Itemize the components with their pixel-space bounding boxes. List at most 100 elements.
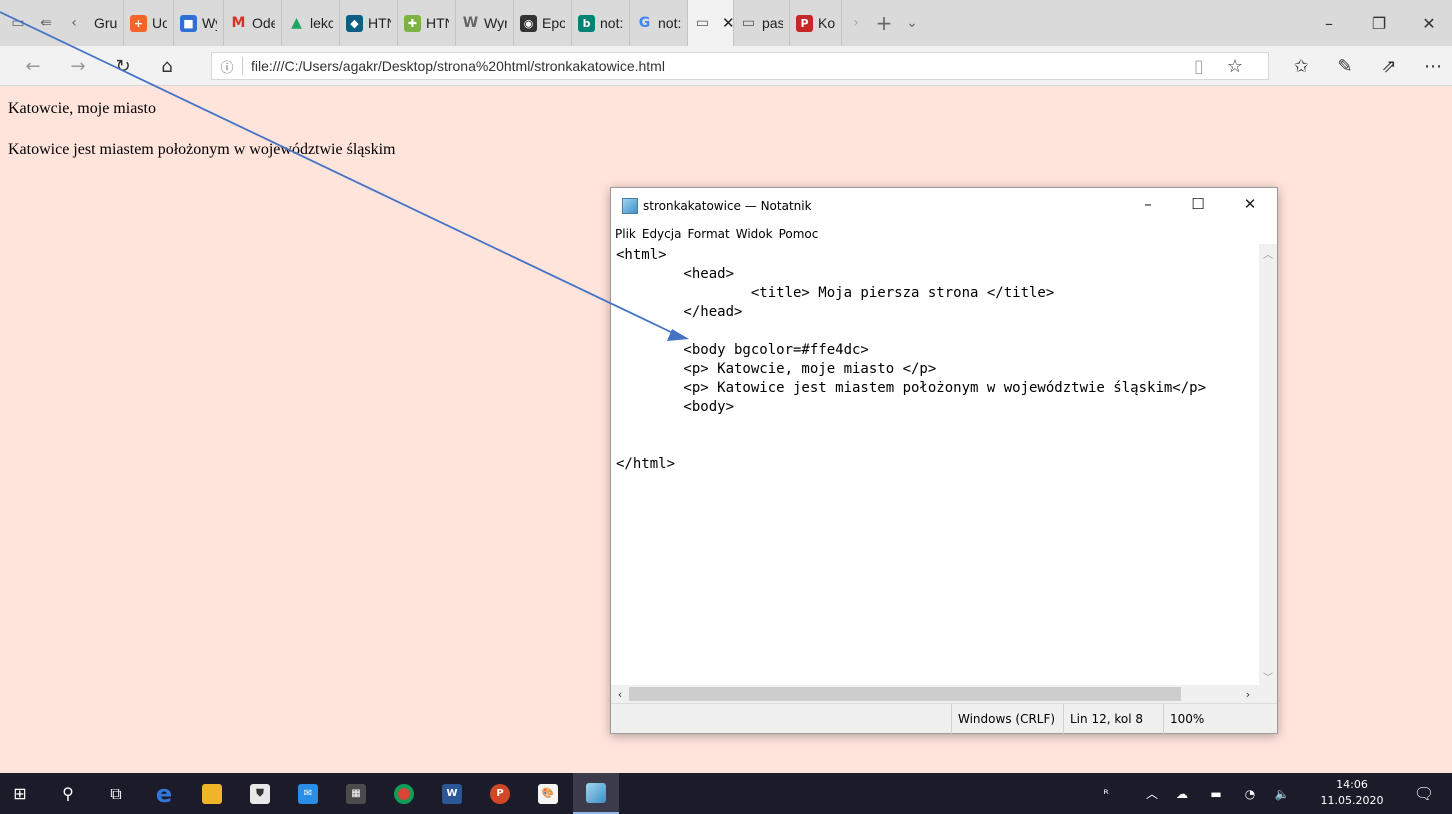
- scroll-tabs-right-icon[interactable]: ›: [842, 0, 870, 46]
- tab-label: not:: [658, 15, 681, 31]
- tab-list-chevron-icon[interactable]: ⌄: [898, 0, 926, 46]
- show-hidden-icons-chevron-icon[interactable]: ︿: [1140, 773, 1164, 814]
- browser-tab[interactable]: ◆ HTN: [340, 0, 398, 46]
- favorite-star-icon[interactable]: ☆: [1218, 46, 1252, 86]
- tab-label: Ode: [252, 15, 275, 31]
- favorites-list-icon[interactable]: ✩: [1284, 46, 1318, 86]
- browser-tab[interactable]: Gru|: [88, 0, 124, 46]
- word-icon[interactable]: W: [432, 773, 472, 814]
- close-window-button[interactable]: ✕: [1406, 0, 1452, 46]
- calculator-icon[interactable]: ▦: [336, 773, 376, 814]
- battery-icon[interactable]: ▬: [1202, 773, 1230, 814]
- reading-view-icon[interactable]: ▯: [1182, 46, 1216, 86]
- browser-tab[interactable]: ▭ ✕: [688, 0, 734, 46]
- google-icon: G: [638, 15, 651, 31]
- paint-icon[interactable]: 🎨: [528, 773, 568, 814]
- mail-icon[interactable]: ✉: [288, 773, 328, 814]
- people-icon[interactable]: ᴿ: [1092, 773, 1120, 814]
- tab-strip: Gru| + Uon ■WyrMOde▲lekc ◆ HTN ✚ HTN WWyr◉Epobno…: [88, 0, 842, 46]
- windows-taskbar: ⊞ ⚲ ⧉ e ⛊ ✉ ▦ W P 🎨 ᴿ ︿ ☁ ▬ ◔ 🔈 14:06 11…: [0, 773, 1452, 814]
- tab-label: lekc: [310, 15, 333, 31]
- tab-label: Uon: [152, 15, 167, 31]
- status-zoom: 100%: [1163, 704, 1277, 734]
- restore-button[interactable]: ❐: [1356, 0, 1402, 46]
- share-icon[interactable]: ⇗: [1372, 46, 1406, 86]
- browser-tab[interactable]: W Wyr: [456, 0, 514, 46]
- notepad-vertical-scrollbar[interactable]: ︿ ﹀: [1259, 244, 1277, 685]
- horizontal-scroll-thumb[interactable]: [629, 687, 1181, 701]
- forward-icon[interactable]: →: [61, 46, 95, 86]
- scroll-tabs-left-icon[interactable]: ‹: [60, 0, 88, 46]
- browser-tab[interactable]: M Ode: [224, 0, 282, 46]
- onedrive-cloud-icon[interactable]: ☁: [1168, 773, 1196, 814]
- more-icon[interactable]: ⋯: [1416, 46, 1450, 86]
- notepad-menu-pomoc[interactable]: Pomoc: [779, 227, 819, 241]
- browser-tab[interactable]: ▭ past: [734, 0, 790, 46]
- browser-tab[interactable]: ■ Wyr: [174, 0, 224, 46]
- status-cursor-position: Lin 12, kol 8: [1063, 704, 1163, 734]
- edge-browser-icon[interactable]: e: [144, 773, 184, 814]
- tab-preview-icon[interactable]: ▭: [4, 0, 32, 46]
- tab-label: not:: [600, 15, 623, 31]
- notepad-menu-plik[interactable]: Plik: [615, 227, 636, 241]
- pdf-icon: P: [796, 14, 813, 32]
- graduation-cap-icon: ◆: [346, 14, 363, 32]
- browser-tab[interactable]: + Uon: [124, 0, 174, 46]
- clock-time: 14:06: [1336, 778, 1368, 791]
- scroll-up-icon[interactable]: ︿: [1259, 244, 1277, 262]
- plus-tile-icon: +: [130, 14, 147, 32]
- notepad-text-area[interactable]: <html> <head> <title> Moja piersza stron…: [611, 244, 1259, 685]
- address-bar-row: ← → ↻ ⌂ ⓘ file:///C:/Users/agakr/Desktop…: [0, 46, 1452, 86]
- info-icon[interactable]: ⓘ: [212, 57, 242, 76]
- notepad-menu-widok[interactable]: Widok: [736, 227, 773, 241]
- browser-tab[interactable]: b not:: [572, 0, 630, 46]
- notepad-close-button[interactable]: ✕: [1227, 188, 1273, 220]
- page-paragraph-1: Katowcie, moje miasto: [8, 100, 156, 117]
- notepad-horizontal-scrollbar[interactable]: ‹ ›: [611, 685, 1259, 703]
- scrollbar-corner: [1259, 685, 1277, 703]
- search-icon[interactable]: ⚲: [48, 773, 88, 814]
- scroll-left-icon[interactable]: ‹: [611, 685, 629, 703]
- home-icon[interactable]: ⌂: [150, 46, 184, 86]
- address-bar[interactable]: ⓘ file:///C:/Users/agakr/Desktop/strona%…: [211, 52, 1269, 80]
- browser-tab[interactable]: Gnot:: [630, 0, 688, 46]
- task-view-icon[interactable]: ⧉: [96, 773, 136, 814]
- scroll-right-icon[interactable]: ›: [1239, 685, 1257, 703]
- chrome-icon[interactable]: [384, 773, 424, 814]
- tab-label: HTN: [426, 15, 449, 31]
- powerpoint-icon[interactable]: P: [480, 773, 520, 814]
- browser-tab[interactable]: ✚ HTN: [398, 0, 456, 46]
- notepad-menu-format[interactable]: Format: [687, 227, 729, 241]
- notepad-minimize-button[interactable]: –: [1125, 188, 1171, 220]
- notepad-title-bar[interactable]: stronkakatowice — Notatnik – ☐ ✕: [611, 188, 1277, 224]
- url-text[interactable]: file:///C:/Users/agakr/Desktop/strona%20…: [251, 58, 665, 74]
- file-explorer-icon[interactable]: [192, 773, 232, 814]
- tab-label: past: [762, 15, 783, 31]
- volume-icon[interactable]: 🔈: [1268, 773, 1296, 814]
- notepad-title: stronkakatowice — Notatnik: [643, 199, 812, 213]
- scroll-down-icon[interactable]: ﹀: [1259, 667, 1277, 685]
- new-tab-button[interactable]: +: [870, 0, 898, 46]
- browser-tab[interactable]: ◉ Epo: [514, 0, 572, 46]
- store-icon[interactable]: ⛊: [240, 773, 280, 814]
- status-encoding: Windows (CRLF): [951, 704, 1063, 734]
- tab-label: HTN: [368, 15, 391, 31]
- set-aside-tabs-icon[interactable]: ⇚: [32, 0, 60, 46]
- browser-tab[interactable]: P Kolc: [790, 0, 842, 46]
- close-tab-icon[interactable]: ✕: [722, 14, 733, 32]
- browser-tab[interactable]: ▲ lekc: [282, 0, 340, 46]
- puzzle-icon: ✚: [404, 14, 421, 32]
- refresh-icon[interactable]: ↻: [106, 46, 140, 86]
- clock-date: 11.05.2020: [1320, 794, 1384, 807]
- action-center-icon[interactable]: 🗨: [1404, 773, 1444, 814]
- notepad-taskbar-icon[interactable]: [573, 773, 619, 814]
- minimize-button[interactable]: –: [1306, 0, 1352, 46]
- notepad-maximize-button[interactable]: ☐: [1175, 188, 1221, 220]
- back-icon[interactable]: ←: [16, 46, 50, 86]
- notepad-menu-edycja[interactable]: Edycja: [642, 227, 682, 241]
- clock[interactable]: 14:06 11.05.2020: [1318, 777, 1386, 809]
- wifi-icon[interactable]: ◔: [1236, 773, 1264, 814]
- start-windows-icon[interactable]: ⊞: [0, 773, 40, 814]
- pen-icon[interactable]: ✎: [1328, 46, 1362, 86]
- notepad-menu-bar: Plik Edycja Format Widok Pomoc: [611, 224, 1277, 244]
